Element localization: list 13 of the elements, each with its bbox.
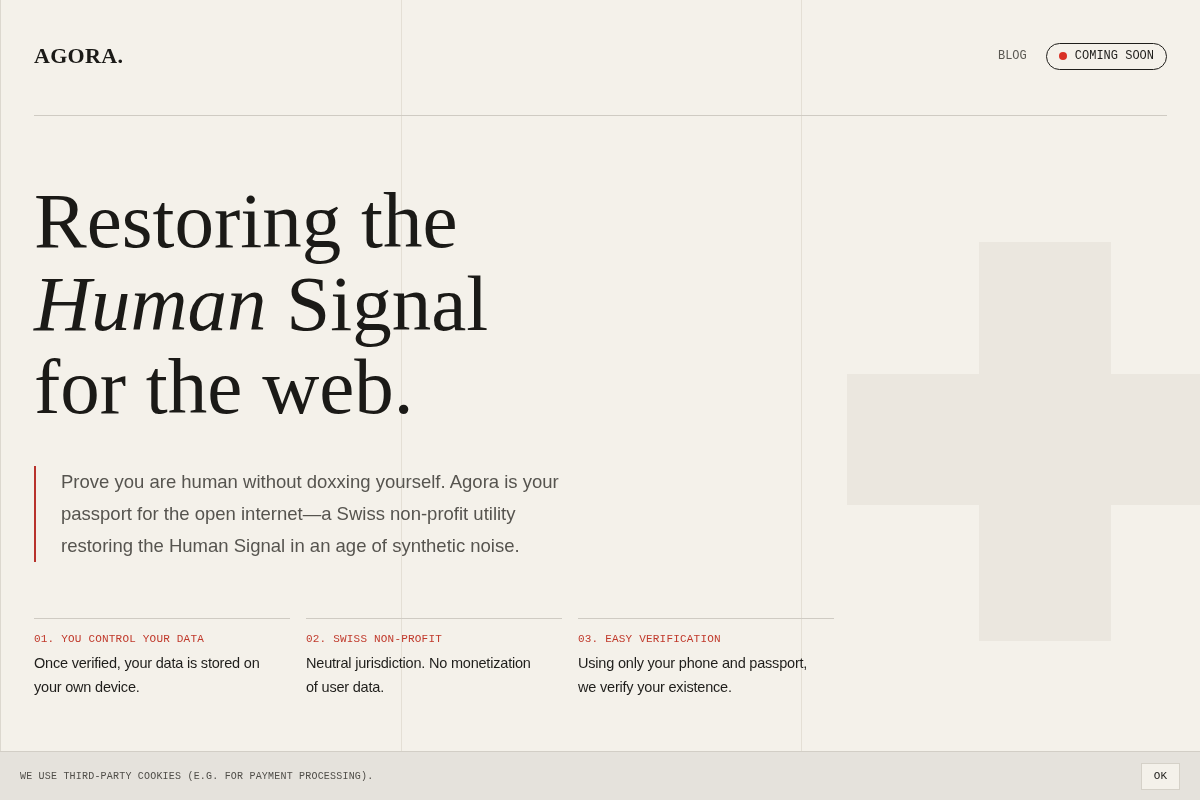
status-text: COMING SOON — [1074, 49, 1154, 63]
feature-label: 01. YOU CONTROL YOUR DATA — [34, 633, 205, 645]
blog-link[interactable]: BLOG — [997, 49, 1027, 63]
cookie-notice: WE USE THIRD-PARTY COOKIES (E.G. FOR PAYMENT PROCESSING). — [20, 770, 374, 782]
lead-paragraph: Prove you are human without doxxing yourself. Agora is your passport for the open internet—a Swiss non-profit utility restoring the Human Signal in an age of synthetic noise. — [34, 466, 576, 562]
feature-label: 02. SWISS NON-PROFIT — [306, 633, 443, 645]
feature-label: 03. EASY VERIFICATION — [578, 633, 721, 645]
feature-text: Using only your phone and passport, we verify your existence. — [578, 654, 809, 697]
ok-button[interactable]: OK — [1140, 762, 1180, 790]
headline: Restoring the Human Signal for the web. — [34, 179, 489, 428]
logo: AGORA. — [34, 43, 124, 69]
feature-text: Neutral jurisdiction. No monetization of user data. — [306, 654, 532, 697]
feature-text: Once verified, your data is stored on your own device. — [34, 654, 261, 697]
